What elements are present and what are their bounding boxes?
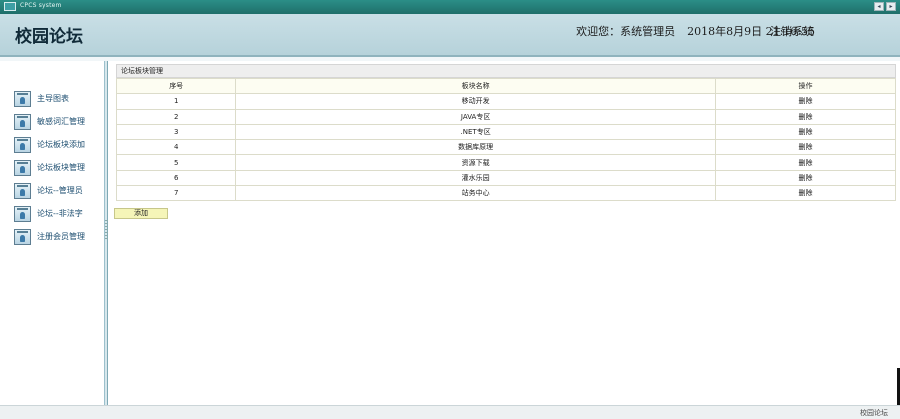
window-forward-button[interactable]: ▸: [886, 2, 896, 11]
status-bar: 校园论坛: [0, 405, 900, 419]
sidebar-item-main-chart[interactable]: 主导图表: [14, 87, 104, 110]
table-header-row: 序号 板块名称 操作: [115, 77, 897, 95]
cell-name: 站务中心: [235, 185, 716, 202]
board-table: 序号 板块名称 操作 1 移动开发 删除 2 JAVA专区 删除 3 .NET专…: [115, 77, 897, 202]
delete-link[interactable]: 删除: [798, 97, 812, 105]
cell-action: 删除: [714, 169, 897, 187]
delete-link[interactable]: 删除: [798, 128, 812, 136]
cell-index: 1: [115, 93, 237, 110]
welcome-text: 欢迎您：系统管理员: [576, 25, 676, 38]
sidebar-item-label: 注册会员管理: [37, 232, 85, 241]
menu-icon: [14, 205, 31, 222]
cell-name: 移动开发: [235, 93, 716, 110]
sidebar-item-illegal-words[interactable]: 论坛--非法字: [14, 202, 104, 225]
column-header-index: 序号: [115, 77, 237, 95]
menu-icon: [14, 113, 31, 130]
sidebar-item-add-board[interactable]: 论坛板块添加: [14, 133, 104, 156]
cell-action: 删除: [714, 93, 897, 110]
sidebar-item-label: 论坛--非法字: [37, 209, 83, 218]
window-titlebar: CPCS system ◂ ▸: [0, 0, 900, 14]
sidebar-item-label: 论坛--管理员: [37, 186, 83, 195]
cell-name: JAVA专区: [235, 108, 716, 125]
delete-link[interactable]: 删除: [798, 159, 812, 167]
delete-link[interactable]: 删除: [798, 113, 812, 121]
site-title: 校园论坛: [15, 27, 83, 47]
table-row: 6 灌水乐园 删除: [115, 169, 897, 187]
sidebar-item-label: 论坛板块管理: [37, 163, 85, 172]
panel-title: 论坛板块管理: [116, 64, 896, 78]
cell-index: 6: [115, 169, 237, 187]
menu-icon: [14, 159, 31, 176]
footer-text: 校园论坛: [860, 409, 888, 417]
cell-name: .NET专区: [235, 123, 716, 141]
cell-index: 7: [115, 185, 237, 202]
cell-name: 数据库原理: [235, 139, 716, 156]
table-row: 2 JAVA专区 删除: [115, 108, 897, 125]
delete-link[interactable]: 删除: [798, 143, 812, 151]
sidebar: 主导图表 敏感词汇管理 论坛板块添加 论坛板块管理 论坛--管理员 论坛--非法…: [0, 61, 105, 405]
add-button[interactable]: 添加: [114, 208, 168, 219]
logout-link[interactable]: 注销系统: [770, 23, 814, 39]
sidebar-item-manage-board[interactable]: 论坛板块管理: [14, 156, 104, 179]
cell-action: 删除: [714, 139, 897, 156]
sidebar-item-label: 主导图表: [37, 94, 69, 103]
delete-link[interactable]: 删除: [798, 189, 812, 197]
board-management-panel: 论坛板块管理 序号 板块名称 操作 1 移动开发 删除 2 JAVA专区 删除 …: [115, 64, 897, 202]
sidebar-menu: 主导图表 敏感词汇管理 论坛板块添加 论坛板块管理 论坛--管理员 论坛--非法…: [14, 87, 104, 248]
app-icon: [4, 2, 16, 11]
cell-index: 4: [115, 139, 237, 156]
window-buttons: ◂ ▸: [874, 2, 896, 11]
cell-name: 资源下载: [235, 154, 716, 171]
table-row: 5 资源下载 删除: [115, 154, 897, 171]
cell-index: 2: [115, 108, 237, 125]
cell-action: 删除: [714, 123, 897, 141]
sidebar-item-admin[interactable]: 论坛--管理员: [14, 179, 104, 202]
cell-index: 5: [115, 154, 237, 171]
table-row: 7 站务中心 删除: [115, 185, 897, 202]
delete-link[interactable]: 删除: [798, 174, 812, 182]
window-back-button[interactable]: ◂: [874, 2, 884, 11]
menu-icon: [14, 228, 31, 245]
sidebar-item-label: 论坛板块添加: [37, 140, 85, 149]
menu-icon: [14, 182, 31, 199]
cell-index: 3: [115, 123, 237, 141]
cell-name: 灌水乐园: [235, 169, 716, 187]
sidebar-item-members[interactable]: 注册会员管理: [14, 225, 104, 248]
cell-action: 删除: [714, 108, 897, 125]
column-header-action: 操作: [714, 77, 897, 95]
cell-action: 删除: [714, 154, 897, 171]
menu-icon: [14, 90, 31, 107]
table-row: 3 .NET专区 删除: [115, 123, 897, 141]
sidebar-item-label: 敏感词汇管理: [37, 117, 85, 126]
table-row: 4 数据库原理 删除: [115, 139, 897, 156]
main-content: 论坛板块管理 序号 板块名称 操作 1 移动开发 删除 2 JAVA专区 删除 …: [108, 61, 900, 405]
app-window: CPCS system ◂ ▸ 校园论坛 欢迎您：系统管理员 2018年8月9日…: [0, 0, 900, 419]
sidebar-item-sensitive-words[interactable]: 敏感词汇管理: [14, 110, 104, 133]
window-title: CPCS system: [20, 2, 62, 9]
column-header-name: 板块名称: [235, 77, 716, 95]
page-header: 校园论坛 欢迎您：系统管理员 2018年8月9日 21:16:55 注销系统: [0, 14, 900, 57]
menu-icon: [14, 136, 31, 153]
table-row: 1 移动开发 删除: [115, 93, 897, 110]
cell-action: 删除: [714, 185, 897, 202]
